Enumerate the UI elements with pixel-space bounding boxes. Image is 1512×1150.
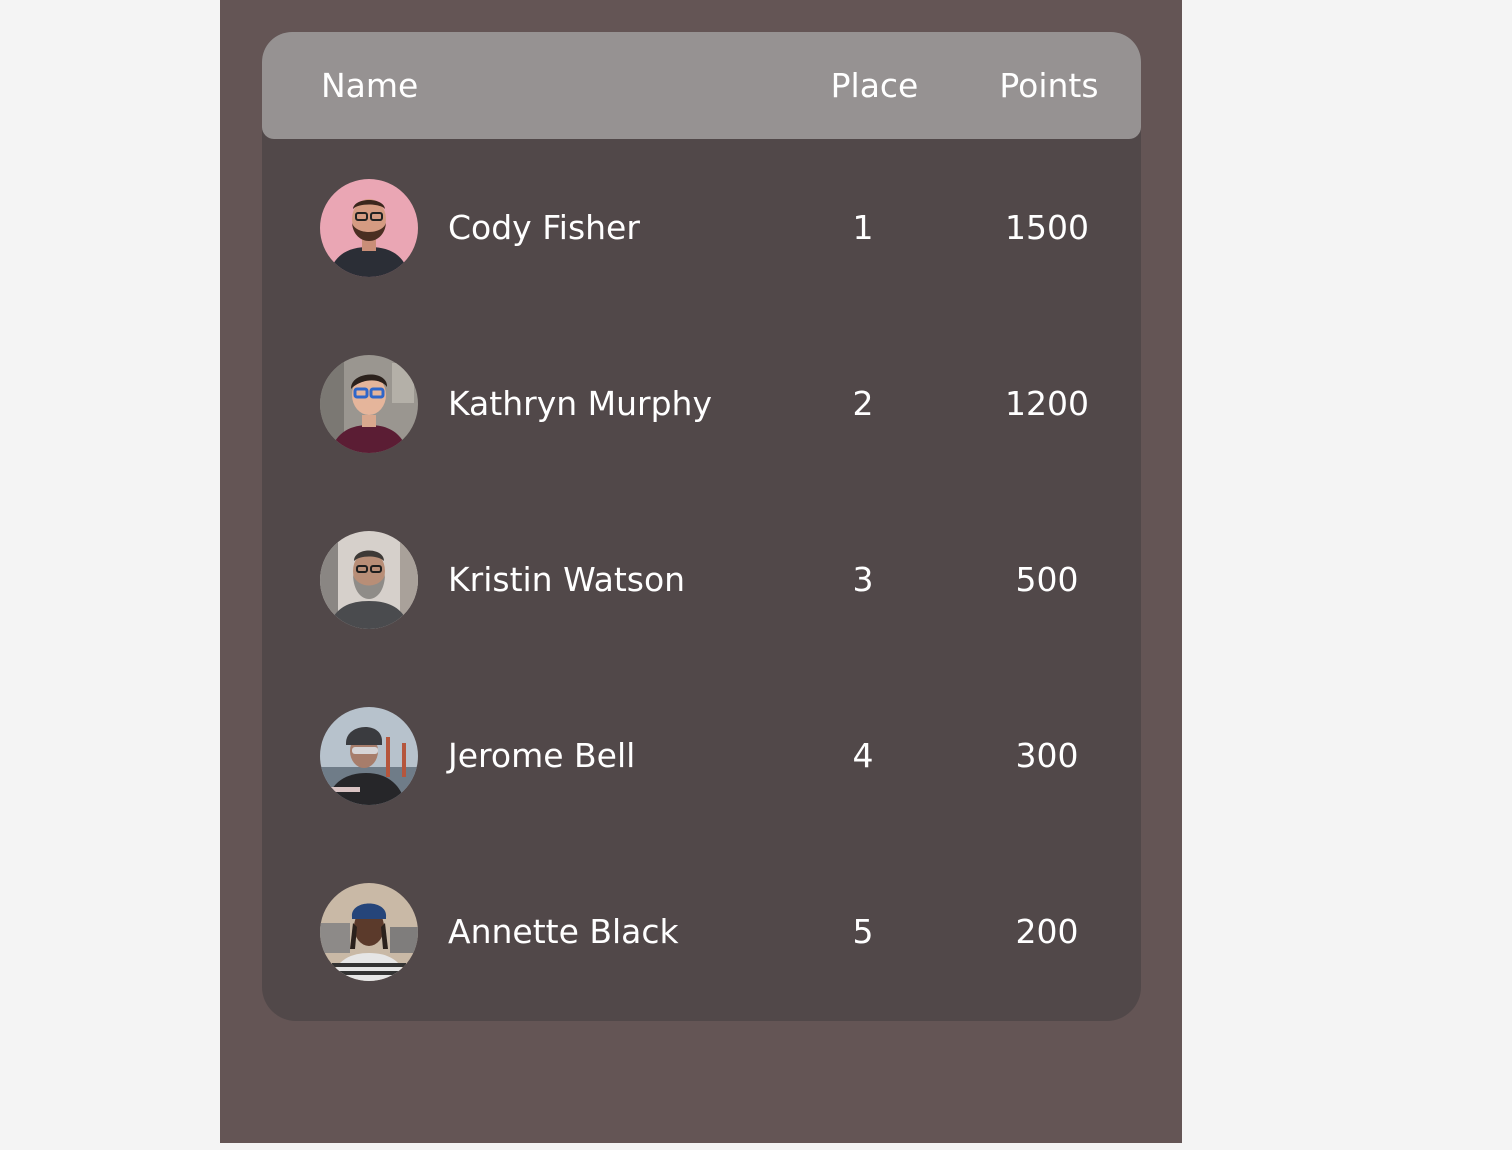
player-points: 1500 xyxy=(1005,208,1089,247)
avatar xyxy=(320,531,418,629)
column-header-name[interactable]: Name xyxy=(321,62,418,110)
table-row[interactable]: Cody Fisher 1 1500 xyxy=(262,140,1141,316)
player-name: Annette Black xyxy=(448,912,679,951)
table-header: Name Place Points xyxy=(262,32,1141,139)
player-points: 500 xyxy=(1015,560,1079,599)
player-place: 2 xyxy=(852,384,874,423)
player-place: 5 xyxy=(852,912,874,951)
player-points: 1200 xyxy=(1005,384,1089,423)
leaderboard-panel: Name Place Points Cody Fisher 1 1500 Kat… xyxy=(220,0,1182,1143)
avatar xyxy=(320,355,418,453)
column-header-place[interactable]: Place xyxy=(817,62,932,110)
table-row[interactable]: Kristin Watson 3 500 xyxy=(262,492,1141,668)
player-place: 1 xyxy=(852,208,874,247)
player-name: Kathryn Murphy xyxy=(448,384,712,423)
avatar xyxy=(320,883,418,981)
player-place: 3 xyxy=(852,560,874,599)
table-row[interactable]: Annette Black 5 200 xyxy=(262,844,1141,1020)
table-row[interactable]: Jerome Bell 4 300 xyxy=(262,668,1141,844)
player-name: Cody Fisher xyxy=(448,208,640,247)
leaderboard-table: Name Place Points Cody Fisher 1 1500 Kat… xyxy=(262,32,1141,1021)
player-name: Kristin Watson xyxy=(448,560,686,599)
player-points: 200 xyxy=(1015,912,1079,951)
avatar xyxy=(320,707,418,805)
table-row[interactable]: Kathryn Murphy 2 1200 xyxy=(262,316,1141,492)
avatar xyxy=(320,179,418,277)
player-points: 300 xyxy=(1015,736,1079,775)
player-name: Jerome Bell xyxy=(448,736,636,775)
player-place: 4 xyxy=(852,736,874,775)
column-header-points[interactable]: Points xyxy=(989,62,1109,110)
